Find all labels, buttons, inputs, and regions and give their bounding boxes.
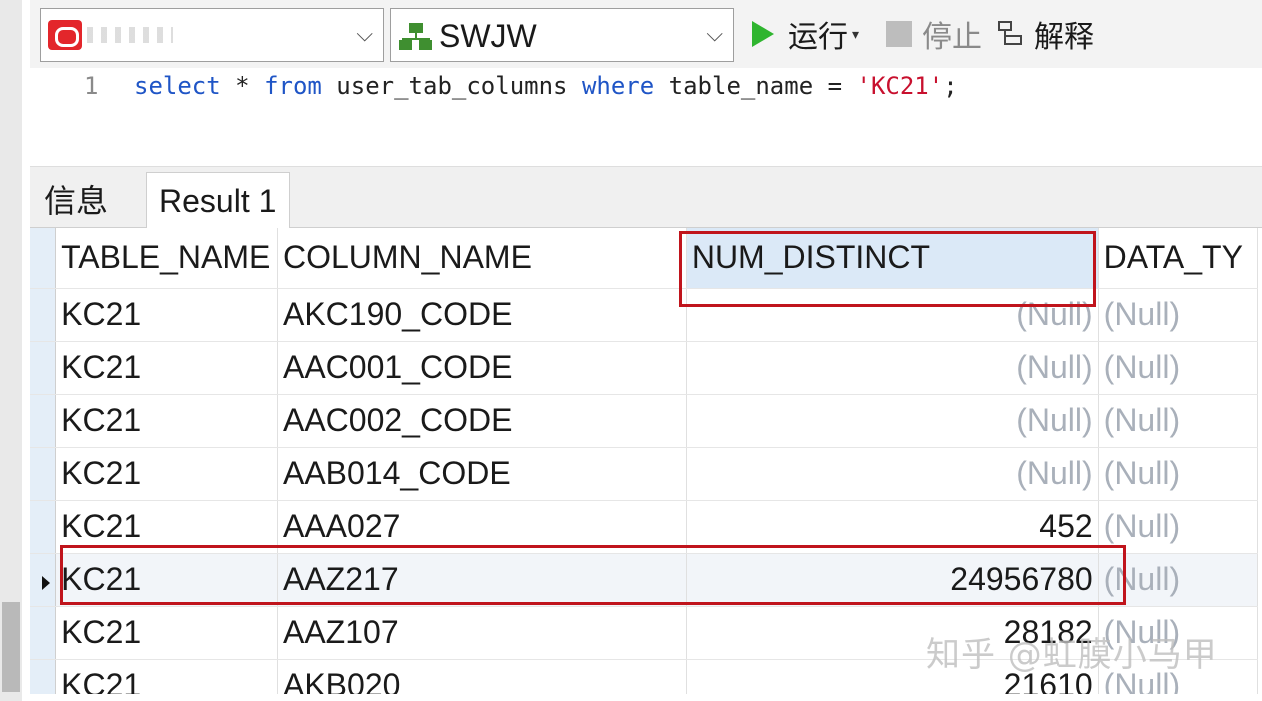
explain-plan-icon xyxy=(998,19,1028,49)
tab-info[interactable]: 信息 xyxy=(32,173,120,229)
cell-num-distinct[interactable]: (Null) xyxy=(686,447,1099,501)
table-row[interactable]: KC21 AAB014_CODE (Null) (Null) xyxy=(30,447,1258,501)
stop-label: 停止 xyxy=(922,21,982,54)
row-header[interactable] xyxy=(30,341,57,395)
stop-icon xyxy=(886,21,912,47)
stop-button[interactable]: 停止 xyxy=(886,12,982,56)
row-header[interactable] xyxy=(30,447,57,501)
run-dropdown-icon[interactable]: ▾ xyxy=(852,26,859,43)
cell-table-name[interactable]: KC21 xyxy=(55,341,278,395)
row-header[interactable] xyxy=(30,394,57,448)
cell-num-distinct[interactable]: (Null) xyxy=(686,394,1099,448)
highlight-box-aaz217-row xyxy=(60,545,1126,605)
cell-column-name[interactable]: AAZ107 xyxy=(277,606,687,660)
connection-name-redacted xyxy=(87,27,173,43)
sql-text: * xyxy=(220,72,265,100)
row-header[interactable] xyxy=(30,500,57,554)
cell-column-name[interactable]: AAB014_CODE xyxy=(277,447,687,501)
cell-num-distinct[interactable]: (Null) xyxy=(686,341,1099,395)
query-toolbar: ⌵ SWJW ⌵ 运行 ▾ 停止 解释 xyxy=(30,0,1262,68)
cell-column-name[interactable]: AAC001_CODE xyxy=(277,341,687,395)
schema-select[interactable]: SWJW ⌵ xyxy=(390,8,734,62)
highlight-box-num-distinct-header xyxy=(679,231,1096,307)
result-tabs: 信息 Result 1 xyxy=(30,166,1262,230)
cell-column-name[interactable]: AKC190_CODE xyxy=(277,288,687,342)
sql-keyword: where xyxy=(581,72,655,100)
panel-scroll-marker xyxy=(2,602,20,692)
schema-tree-icon xyxy=(399,23,433,51)
table-row[interactable]: KC21 AAC001_CODE (Null) (Null) xyxy=(30,341,1258,395)
cell-data-type[interactable]: (Null) xyxy=(1098,447,1258,501)
cell-table-name[interactable]: KC21 xyxy=(55,288,278,342)
row-header[interactable] xyxy=(30,659,57,694)
cell-table-name[interactable]: KC21 xyxy=(55,394,278,448)
explain-button[interactable]: 解释 xyxy=(998,12,1094,56)
explain-label: 解释 xyxy=(1034,21,1094,54)
sql-text: user_tab_columns xyxy=(321,72,582,100)
sql-string: 'KC21' xyxy=(856,72,944,100)
sql-text: table_name = xyxy=(654,72,857,100)
line-number: 1 xyxy=(84,72,99,100)
cell-table-name[interactable]: KC21 xyxy=(55,606,278,660)
column-header-table-name[interactable]: TABLE_NAME xyxy=(55,228,278,289)
run-label: 运行 xyxy=(788,21,848,54)
connection-select[interactable]: ⌵ xyxy=(40,8,384,62)
cell-column-name[interactable]: AKB020 xyxy=(277,659,687,694)
column-header-column-name[interactable]: COLUMN_NAME xyxy=(277,228,687,289)
table-row[interactable]: KC21 AAC002_CODE (Null) (Null) xyxy=(30,394,1258,448)
row-header[interactable] xyxy=(30,553,57,607)
sql-code-line[interactable]: select * from user_tab_columns where tab… xyxy=(134,72,958,100)
run-button[interactable]: 运行 ▾ xyxy=(752,12,859,56)
current-row-pointer-icon xyxy=(42,576,50,590)
play-icon xyxy=(752,21,774,47)
sql-keyword: select xyxy=(134,72,221,100)
oracle-db-icon xyxy=(48,20,82,50)
watermark: 知乎 @虹膜小马甲 xyxy=(926,635,1218,675)
chevron-down-icon[interactable]: ⌵ xyxy=(356,22,373,47)
row-header[interactable] xyxy=(30,288,57,342)
cell-table-name[interactable]: KC21 xyxy=(55,659,278,694)
column-header-data-type[interactable]: DATA_TY xyxy=(1098,228,1258,289)
sql-keyword: from xyxy=(264,72,322,100)
schema-value: SWJW xyxy=(439,18,537,54)
sql-editor[interactable]: 1 select * from user_tab_columns where t… xyxy=(30,68,1262,166)
cell-column-name[interactable]: AAC002_CODE xyxy=(277,394,687,448)
cell-data-type[interactable]: (Null) xyxy=(1098,288,1258,342)
cell-data-type[interactable]: (Null) xyxy=(1098,341,1258,395)
cell-table-name[interactable]: KC21 xyxy=(55,447,278,501)
tab-result-1[interactable]: Result 1 xyxy=(146,172,290,230)
sql-text: ; xyxy=(943,72,958,100)
cell-data-type[interactable]: (Null) xyxy=(1098,394,1258,448)
left-panel-edge xyxy=(0,0,22,701)
chevron-down-icon[interactable]: ⌵ xyxy=(706,22,723,47)
row-header-corner xyxy=(30,228,57,289)
row-header[interactable] xyxy=(30,606,57,660)
